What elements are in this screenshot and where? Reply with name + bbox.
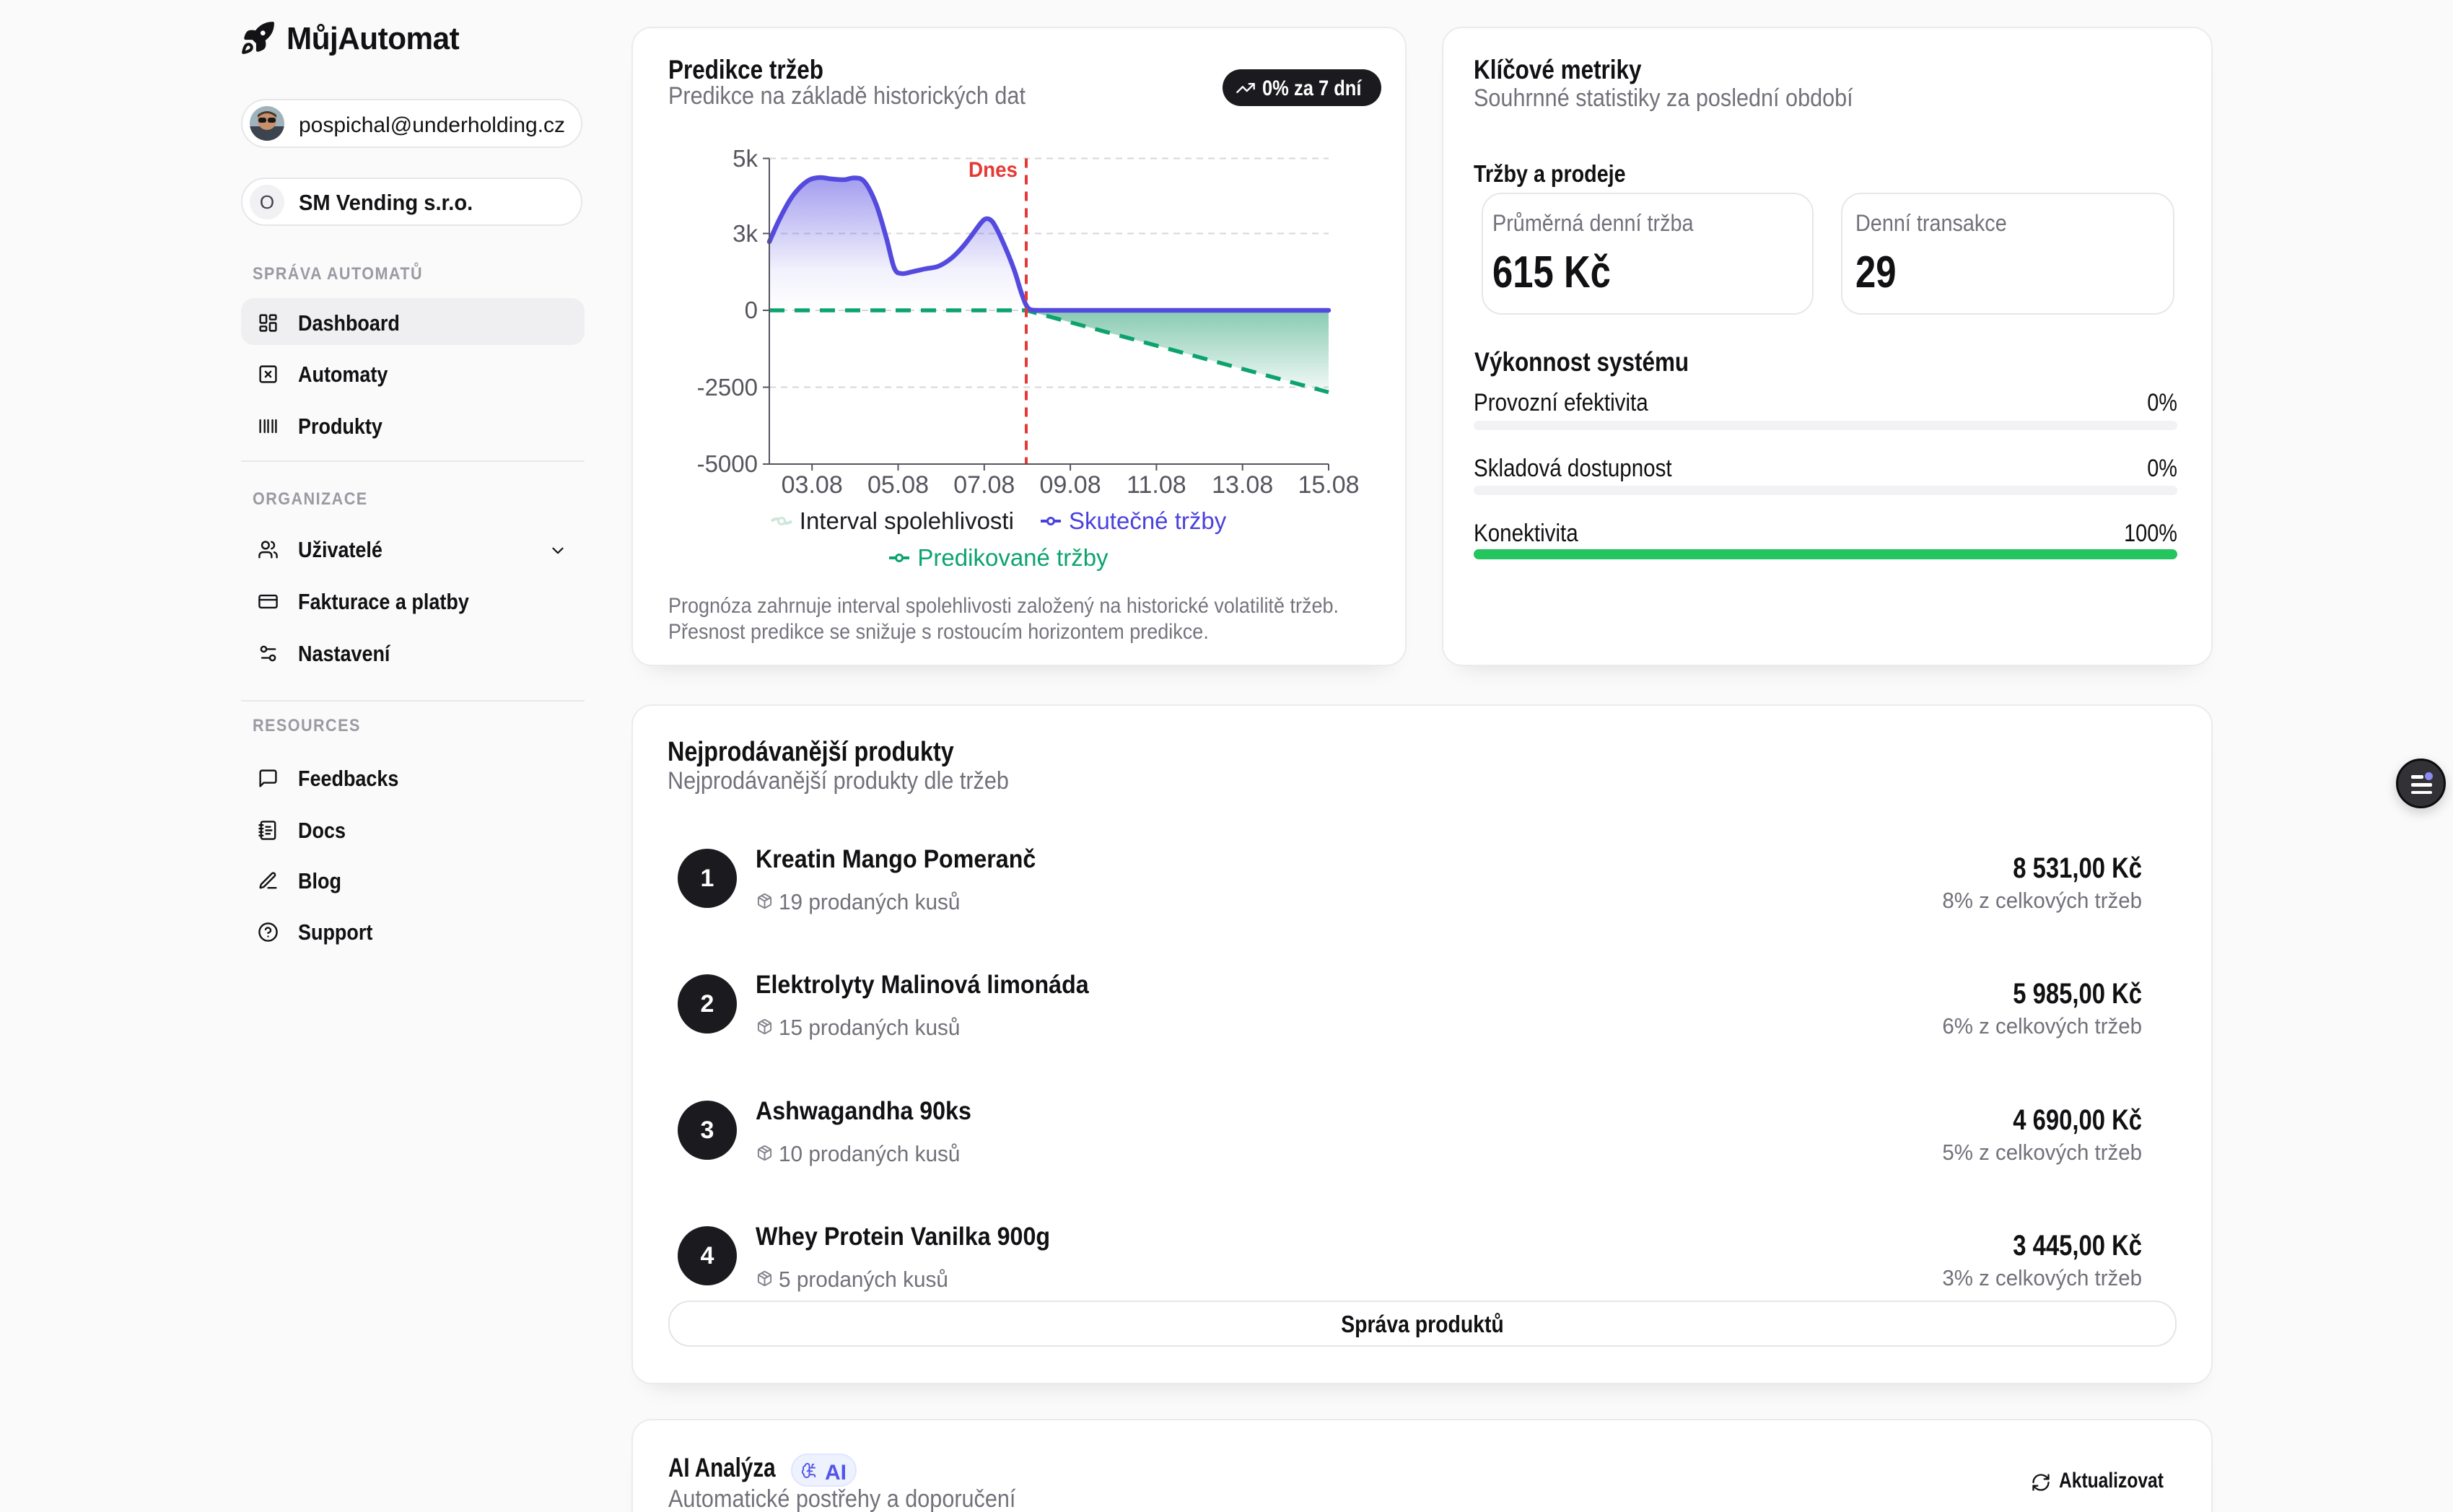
svg-text:0: 0 xyxy=(745,297,758,323)
svg-text:-5000: -5000 xyxy=(697,450,758,477)
svg-text:05.08: 05.08 xyxy=(867,471,929,499)
svg-text:11.08: 11.08 xyxy=(1127,471,1186,499)
svg-text:5k: 5k xyxy=(733,145,758,172)
svg-text:09.08: 09.08 xyxy=(1040,471,1101,499)
svg-text:3k: 3k xyxy=(733,220,758,247)
svg-text:15.08: 15.08 xyxy=(1298,471,1359,499)
svg-text:07.08: 07.08 xyxy=(953,471,1015,499)
svg-text:13.08: 13.08 xyxy=(1212,471,1273,499)
svg-text:-2500: -2500 xyxy=(697,374,758,401)
svg-text:Dnes: Dnes xyxy=(968,158,1018,182)
svg-text:03.08: 03.08 xyxy=(782,471,843,499)
